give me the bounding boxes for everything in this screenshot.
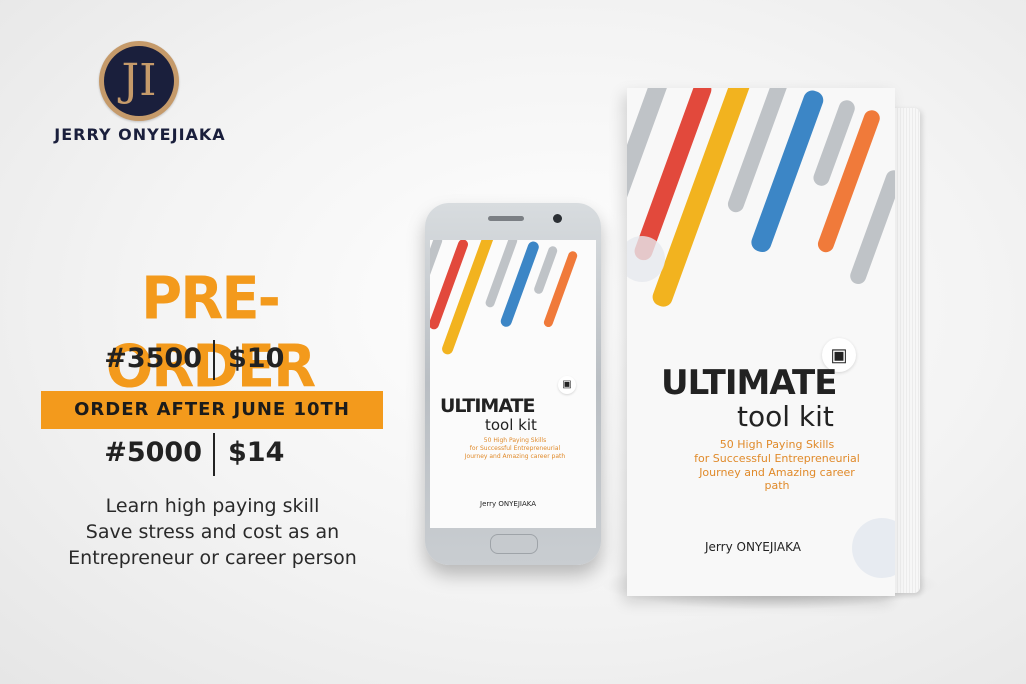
tagline-line: Learn high paying skill <box>105 495 320 517</box>
cover-subtitle-2: for Successful Entrepreneurial <box>694 452 860 465</box>
price-usd-late: $14 <box>228 437 285 468</box>
phone-author: Jerry ONYEJIAKA <box>480 500 536 508</box>
price-divider <box>213 433 215 476</box>
cover-author: Jerry ONYEJIAKA <box>705 540 801 554</box>
tagline-line: Entrepreneur or career person <box>68 547 357 569</box>
cover-title-line1: ULTIMATE <box>661 363 837 403</box>
phone-subtitle-3: Journey and Amazing career path <box>464 453 566 460</box>
logo-mark: JI <box>99 41 179 121</box>
briefcase-icon: ▣ <box>558 376 576 394</box>
phone-subtitle-1: 50 High Paying Skills <box>483 437 547 444</box>
book-cover: ▣ ULTIMATE tool kit 50 High Paying Skill… <box>627 88 895 596</box>
price-naira-early: #3500 <box>104 343 202 374</box>
pre-order-headline: PRE-ORDER <box>105 264 317 402</box>
cover-title-line2: tool kit <box>737 400 834 433</box>
phone-speaker <box>488 216 524 221</box>
order-after-banner: ORDER AFTER JUNE 10TH <box>41 391 383 429</box>
price-divider <box>213 340 215 380</box>
cover-subtitle-3: Journey and Amazing career path <box>699 466 855 492</box>
gear-icon <box>852 518 895 578</box>
phone-home-button <box>490 534 538 554</box>
phone-title-line1: ULTIMATE <box>440 395 535 417</box>
cover-subtitle-1: 50 High Paying Skills <box>719 438 835 451</box>
phone-screen: ▣ ULTIMATE tool kit 50 High Paying Skill… <box>430 240 596 528</box>
price-usd-early: $10 <box>228 343 285 374</box>
tagline-line: Save stress and cost as an <box>85 521 340 543</box>
phone-title-line2: tool kit <box>485 416 537 434</box>
logo-name: JERRY ONYEJIAKA <box>54 125 226 144</box>
price-naira-late: #5000 <box>104 437 202 468</box>
logo-monogram: JI <box>104 46 174 116</box>
tagline: Learn high paying skill Save stress and … <box>40 493 385 571</box>
phone-camera <box>553 214 562 223</box>
phone-subtitle-2: for Successful Entrepreneurial <box>469 445 561 452</box>
